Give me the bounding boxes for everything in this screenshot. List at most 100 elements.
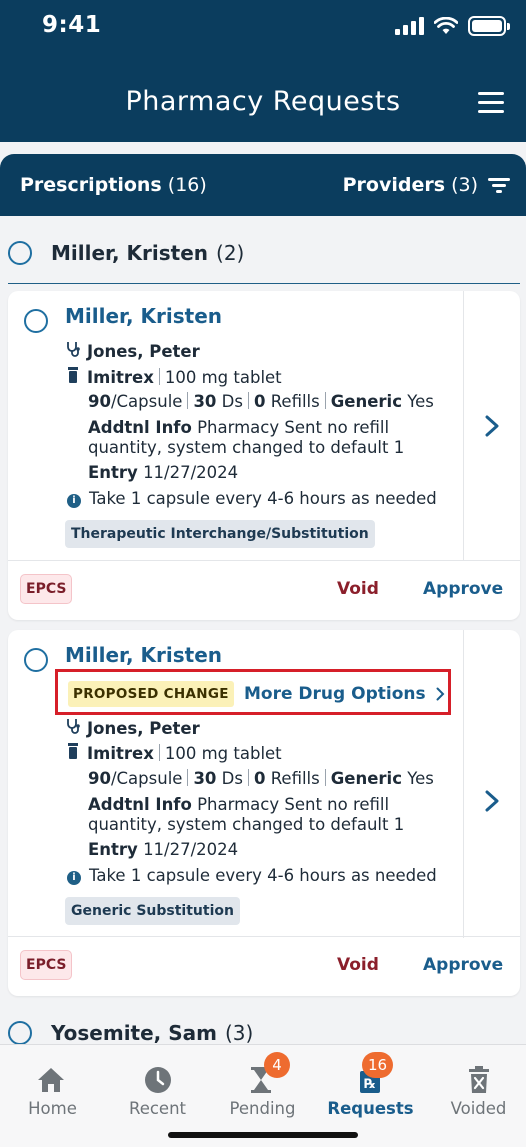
providers-filter[interactable]: Providers (3) (343, 174, 510, 196)
addtnl-info-line: Addtnl Info Pharmacy Sent no refill (88, 418, 389, 437)
card-select-radio[interactable] (24, 648, 48, 672)
chevron-right-icon[interactable] (484, 415, 500, 437)
wifi-icon (434, 17, 458, 34)
page-title: Pharmacy Requests (125, 86, 401, 117)
prescriptions-tab[interactable]: Prescriptions (16) (20, 174, 207, 196)
request-type-tag: Therapeutic Interchange/Substitution (65, 520, 375, 548)
entry-date: 11/27/2024 (143, 840, 239, 859)
tab-recent[interactable]: Recent (105, 1045, 210, 1125)
approve-button[interactable]: Approve (423, 579, 503, 599)
generic-value: Yes (407, 392, 434, 411)
more-drug-options-label: More Drug Options (244, 684, 426, 704)
refills-unit: Refills (270, 769, 320, 788)
prescriptions-count: (16) (167, 174, 207, 196)
provider-line: Jones, Peter (65, 718, 200, 738)
providers-count: (3) (451, 174, 478, 196)
app-header: Pharmacy Requests (0, 58, 526, 142)
card-details[interactable]: Miller, Kristen PROPOSED CHANGE More Dru… (8, 630, 463, 938)
sig-line: i Take 1 capsule every 4-6 hours as neede… (67, 866, 437, 885)
group-patient-name: Miller, Kristen (51, 240, 209, 265)
days-value: 30 (193, 392, 217, 411)
drug-name: Imitrex (87, 368, 154, 387)
proposed-change-badge: PROPOSED CHANGE (68, 681, 234, 707)
addtnl-info-line2: quantity, system changed to default 1 (88, 815, 405, 834)
provider-name: Jones, Peter (87, 342, 200, 361)
drug-line: Imitrex 100 mg tablet (65, 367, 282, 387)
trash-icon (469, 1066, 489, 1093)
card-divider (463, 291, 464, 560)
filter-bar: Prescriptions (16) Providers (3) (0, 154, 526, 216)
quantity-unit: /Capsule (110, 769, 183, 788)
generic-label: Generic (330, 769, 402, 788)
pending-badge: 4 (264, 1052, 290, 1078)
epcs-badge: EPCS (20, 950, 73, 980)
filter-icon (488, 176, 510, 194)
entry-line: Entry 11/27/2024 (88, 463, 238, 482)
void-button[interactable]: Void (337, 579, 379, 599)
addtnl-info-label: Addtnl Info (88, 795, 192, 814)
quantity-value: 90 (88, 392, 111, 411)
svg-text:℞: ℞ (364, 1077, 376, 1092)
patient-name: Miller, Kristen (65, 304, 223, 328)
group-count: (3) (224, 1021, 254, 1044)
quantity-value: 90 (88, 769, 111, 788)
status-bar: 9:41 (0, 0, 526, 58)
days-unit: Ds (221, 769, 243, 788)
entry-line: Entry 11/27/2024 (88, 840, 238, 859)
tab-voided[interactable]: Voided (426, 1045, 526, 1125)
entry-label: Entry (88, 463, 138, 482)
group-header[interactable]: Yosemite, Sam (3) (8, 1002, 520, 1044)
addtnl-info-label: Addtnl Info (88, 418, 192, 437)
request-type-tag: Generic Substitution (65, 897, 240, 925)
entry-label: Entry (88, 840, 138, 859)
group-header[interactable]: Miller, Kristen (2) (8, 222, 520, 284)
group-patient-name: Yosemite, Sam (51, 1021, 217, 1044)
days-value: 30 (193, 769, 217, 788)
clock-icon (145, 1067, 171, 1093)
tab-requests-label: Requests (327, 1099, 414, 1118)
prescription-card: Miller, Kristen Jones, Peter Imitrex 100 … (8, 291, 520, 620)
tab-voided-label: Voided (450, 1099, 507, 1118)
tab-home-label: Home (28, 1099, 77, 1118)
addtnl-info-text: Pharmacy Sent no refill (197, 418, 390, 437)
menu-icon[interactable] (478, 92, 504, 114)
quantity-unit: /Capsule (110, 392, 183, 411)
refills-value: 0 (253, 769, 266, 788)
prescription-card: Miller, Kristen PROPOSED CHANGE More Dru… (8, 630, 520, 996)
generic-label: Generic (330, 392, 402, 411)
pill-bottle-icon (65, 367, 81, 387)
chevron-right-icon[interactable] (484, 790, 500, 812)
addtnl-info-line: Addtnl Info Pharmacy Sent no refill (88, 795, 389, 814)
card-footer: EPCS Void Approve (8, 936, 520, 996)
group-select-radio[interactable] (8, 1021, 32, 1044)
sig-text: Take 1 capsule every 4-6 hours as needed (89, 489, 437, 508)
quantity-line: 90/Capsule 30 Ds 0 Refills Generic Yes (88, 769, 434, 788)
requests-badge: 16 (362, 1052, 394, 1078)
entry-date: 11/27/2024 (143, 463, 239, 482)
refills-unit: Refills (270, 392, 320, 411)
group-select-radio[interactable] (8, 240, 32, 265)
void-button[interactable]: Void (337, 955, 379, 975)
tab-pending-label: Pending (229, 1099, 296, 1118)
card-footer: EPCS Void Approve (8, 560, 520, 620)
drug-strength: 100 mg tablet (164, 368, 282, 387)
tab-requests[interactable]: ℞ 16 Requests (318, 1045, 423, 1125)
tab-pending[interactable]: 4 Pending (210, 1045, 315, 1125)
card-select-radio[interactable] (24, 309, 48, 333)
refills-value: 0 (253, 392, 266, 411)
days-unit: Ds (221, 392, 243, 411)
prescriptions-label: Prescriptions (20, 174, 162, 196)
status-icons (395, 16, 510, 36)
provider-name: Jones, Peter (87, 719, 200, 738)
card-details[interactable]: Miller, Kristen Jones, Peter Imitrex 100 … (8, 291, 463, 560)
battery-icon (468, 16, 510, 36)
more-drug-options-link[interactable]: More Drug Options (244, 684, 445, 704)
stethoscope-icon (65, 718, 81, 738)
provider-line: Jones, Peter (65, 341, 200, 361)
tab-home[interactable]: Home (0, 1045, 105, 1125)
generic-value: Yes (407, 769, 434, 788)
approve-button[interactable]: Approve (423, 955, 503, 975)
info-icon: i (67, 493, 81, 508)
providers-label: Providers (342, 174, 446, 196)
stethoscope-icon (65, 341, 81, 361)
